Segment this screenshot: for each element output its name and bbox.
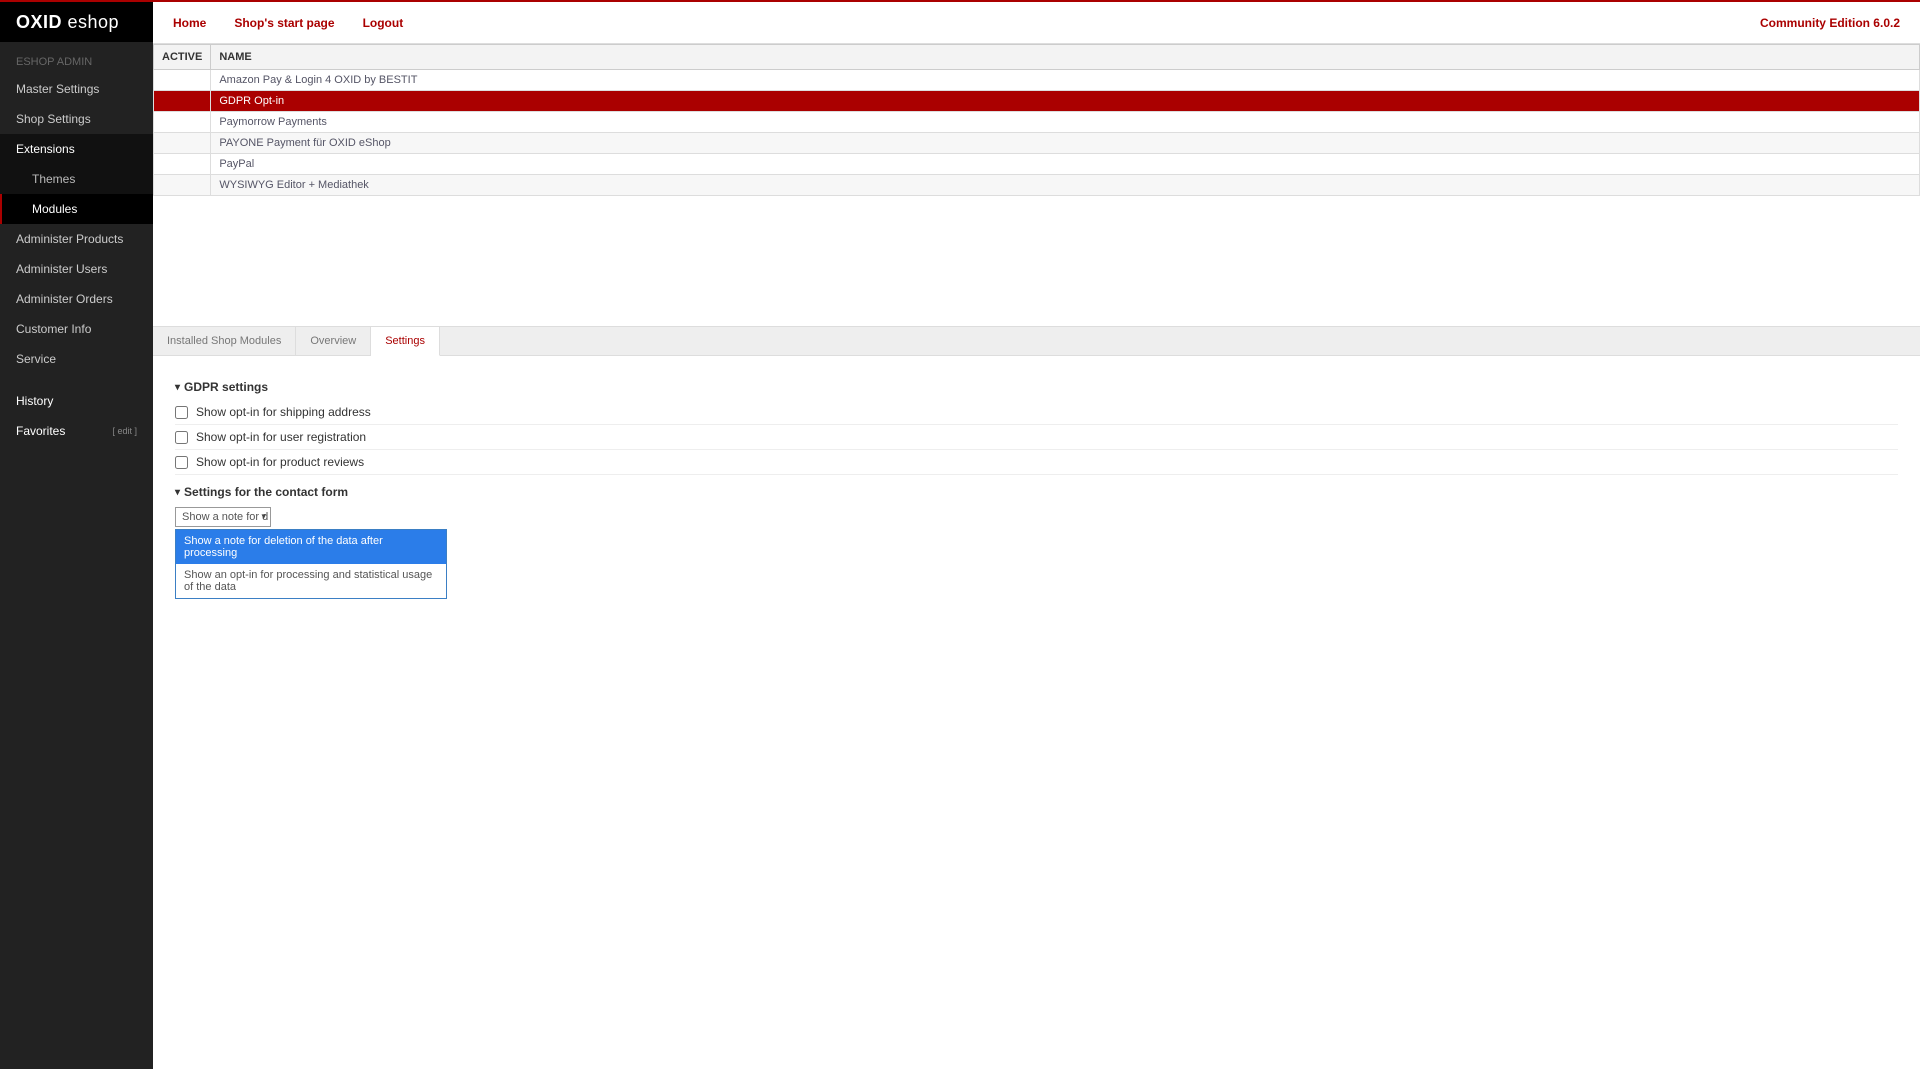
- sidebar-item-modules[interactable]: Modules: [0, 194, 153, 224]
- module-list: ACTIVE NAME Amazon Pay & Login 4 OXID by…: [153, 44, 1920, 196]
- topnav-logout[interactable]: Logout: [363, 16, 404, 30]
- cell-name: WYSIWYG Editor + Mediathek: [211, 175, 1920, 196]
- cell-active: [154, 91, 211, 112]
- cell-name: Paymorrow Payments: [211, 112, 1920, 133]
- topbar: Home Shop's start page Logout Community …: [153, 0, 1920, 44]
- cell-name: PayPal: [211, 154, 1920, 175]
- table-row[interactable]: PayPal: [154, 154, 1920, 175]
- sidebar-item-service[interactable]: Service: [0, 344, 153, 374]
- topnav-home[interactable]: Home: [173, 16, 206, 30]
- main: Home Shop's start page Logout Community …: [153, 0, 1920, 1069]
- cell-name: Amazon Pay & Login 4 OXID by BESTIT: [211, 70, 1920, 91]
- settings-group-contact-form-label: Settings for the contact form: [184, 485, 348, 499]
- dropdown-option-deletion-note[interactable]: Show a note for deletion of the data aft…: [176, 530, 446, 564]
- dropdown-option-optin-processing[interactable]: Show an opt-in for processing and statis…: [176, 564, 446, 598]
- checkbox-optin-registration[interactable]: [175, 431, 188, 444]
- settings-group-contact-form[interactable]: Settings for the contact form: [175, 485, 1898, 499]
- tab-settings[interactable]: Settings: [371, 327, 440, 356]
- label-optin-reviews: Show opt-in for product reviews: [196, 455, 364, 469]
- cell-active: [154, 70, 211, 91]
- detail-tabs: Installed Shop Modules Overview Settings: [153, 326, 1920, 356]
- checkbox-optin-reviews[interactable]: [175, 456, 188, 469]
- sidebar-item-admin-orders[interactable]: Administer Orders: [0, 284, 153, 314]
- label-optin-registration: Show opt-in for user registration: [196, 430, 366, 444]
- sidebar: OXID eshop ESHOP ADMIN Master Settings S…: [0, 0, 153, 1069]
- logo-bold: OXID: [16, 12, 62, 32]
- cell-active: [154, 133, 211, 154]
- edition-label: Community Edition 6.0.2: [1760, 16, 1900, 30]
- table-row[interactable]: WYSIWYG Editor + Mediathek: [154, 175, 1920, 196]
- cell-active: [154, 175, 211, 196]
- logo[interactable]: OXID eshop: [0, 0, 153, 42]
- table-row[interactable]: GDPR Opt-in: [154, 91, 1920, 112]
- checkbox-optin-shipping[interactable]: [175, 406, 188, 419]
- contact-form-select[interactable]: Show a note for d: [175, 507, 271, 527]
- cell-name: GDPR Opt-in: [211, 91, 1920, 112]
- settings-group-gdpr[interactable]: GDPR settings: [175, 380, 1898, 394]
- sidebar-favorites-edit[interactable]: [ edit ]: [112, 426, 137, 436]
- topnav: Home Shop's start page Logout: [173, 16, 403, 30]
- contact-form-dropdown: Show a note for deletion of the data aft…: [175, 529, 447, 599]
- sidebar-item-history[interactable]: History: [0, 386, 153, 416]
- table-row[interactable]: Paymorrow Payments: [154, 112, 1920, 133]
- col-header-name[interactable]: NAME: [211, 45, 1920, 70]
- tab-installed-modules[interactable]: Installed Shop Modules: [153, 327, 296, 355]
- table-row[interactable]: PAYONE Payment für OXID eShop: [154, 133, 1920, 154]
- sidebar-item-admin-users[interactable]: Administer Users: [0, 254, 153, 284]
- cell-active: [154, 154, 211, 175]
- sidebar-item-shop-settings[interactable]: Shop Settings: [0, 104, 153, 134]
- sidebar-item-customer-info[interactable]: Customer Info: [0, 314, 153, 344]
- sidebar-item-themes[interactable]: Themes: [0, 164, 153, 194]
- topnav-start-page[interactable]: Shop's start page: [234, 16, 334, 30]
- table-row[interactable]: Amazon Pay & Login 4 OXID by BESTIT: [154, 70, 1920, 91]
- sidebar-item-admin-products[interactable]: Administer Products: [0, 224, 153, 254]
- sidebar-admin-label: ESHOP ADMIN: [0, 42, 153, 74]
- col-header-active[interactable]: ACTIVE: [154, 45, 211, 70]
- sidebar-item-favorites[interactable]: Favorites: [16, 424, 65, 438]
- sidebar-item-extensions[interactable]: Extensions: [0, 134, 153, 164]
- tab-overview[interactable]: Overview: [296, 327, 371, 355]
- cell-active: [154, 112, 211, 133]
- cell-name: PAYONE Payment für OXID eShop: [211, 133, 1920, 154]
- sidebar-item-master-settings[interactable]: Master Settings: [0, 74, 153, 104]
- settings-group-gdpr-label: GDPR settings: [184, 380, 268, 394]
- logo-light: eshop: [62, 12, 119, 32]
- settings-pane: GDPR settings Show opt-in for shipping a…: [153, 356, 1920, 541]
- label-optin-shipping: Show opt-in for shipping address: [196, 405, 371, 419]
